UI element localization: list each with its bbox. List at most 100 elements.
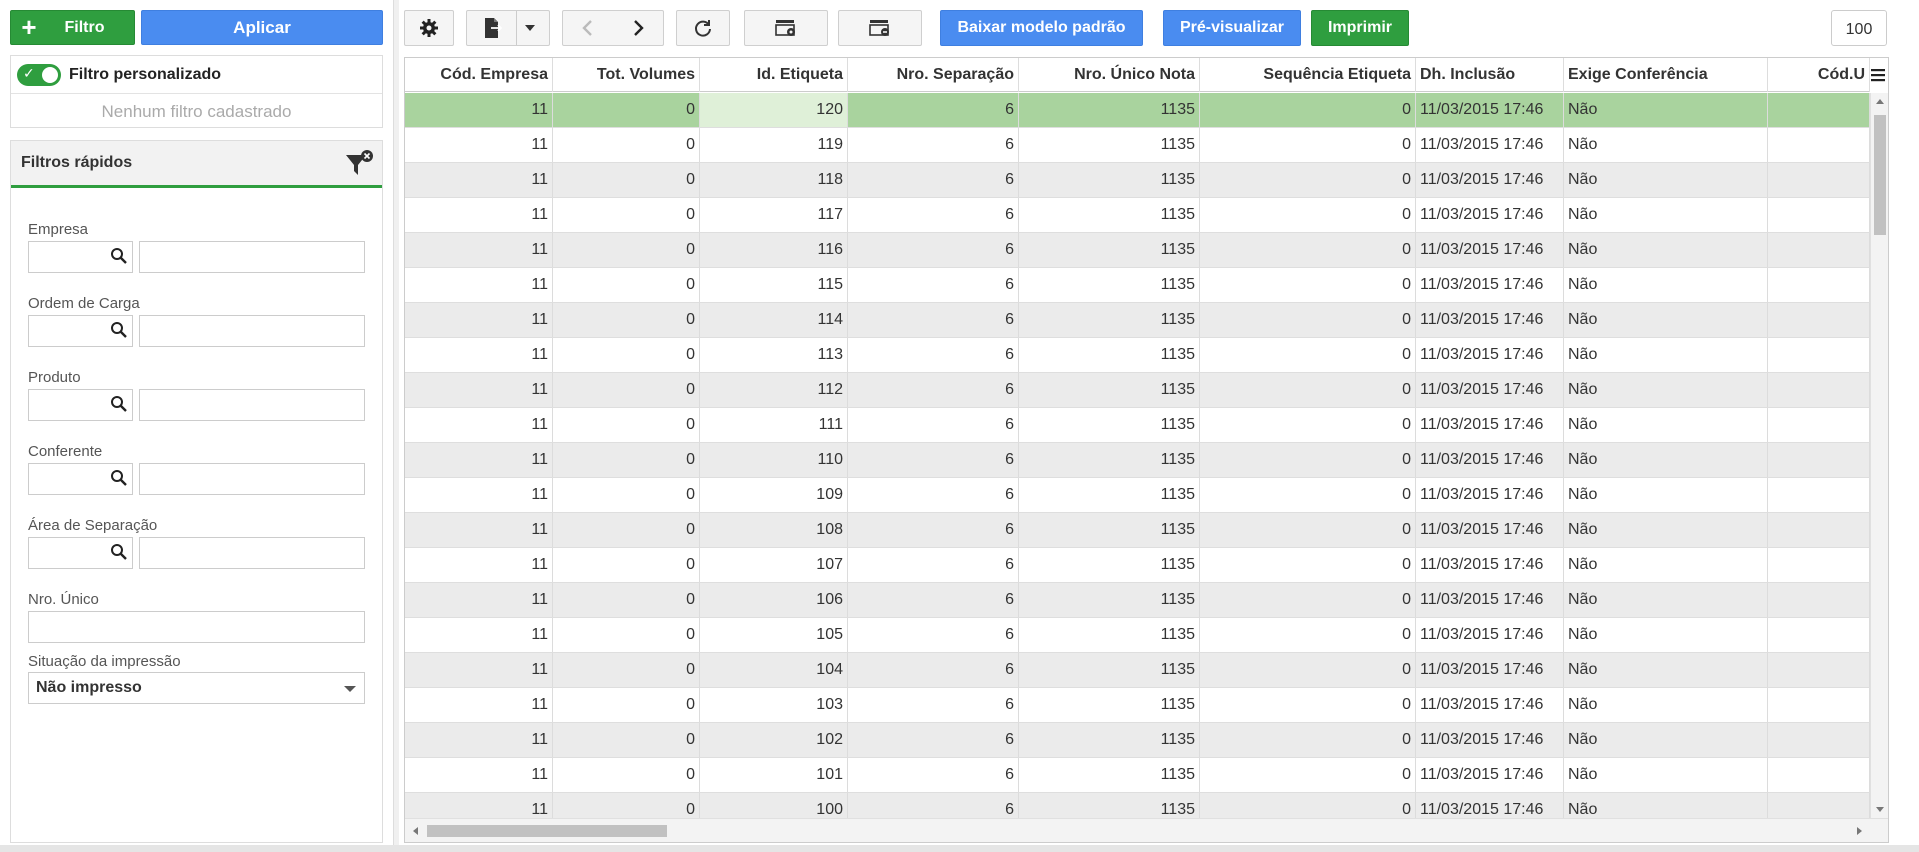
table-cell[interactable]: 0 bbox=[553, 793, 700, 818]
download-default-model-button[interactable]: Baixar modelo padrão bbox=[940, 10, 1143, 46]
table-cell[interactable] bbox=[1768, 198, 1870, 232]
vertical-scrollbar[interactable] bbox=[1870, 93, 1888, 818]
table-cell[interactable]: 0 bbox=[553, 548, 700, 582]
table-cell[interactable]: 11 bbox=[405, 303, 553, 337]
table-cell[interactable]: 11 bbox=[405, 513, 553, 547]
table-row[interactable]: 11 0 119 6 1135 0 11/03/2015 17:46 Não bbox=[405, 128, 1870, 163]
table-cell[interactable]: 101 bbox=[700, 758, 848, 792]
area-separacao-description-input[interactable] bbox=[139, 537, 365, 569]
table-cell[interactable]: 11 bbox=[405, 408, 553, 442]
table-cell[interactable] bbox=[1768, 163, 1870, 197]
table-cell[interactable]: 0 bbox=[553, 128, 700, 162]
table-cell[interactable]: 11 bbox=[405, 758, 553, 792]
grid-config-button[interactable] bbox=[744, 10, 828, 46]
table-cell[interactable]: 0 bbox=[1200, 268, 1416, 302]
table-cell[interactable]: 1135 bbox=[1019, 548, 1200, 582]
column-header[interactable]: Nro. Separação bbox=[848, 58, 1019, 92]
table-cell[interactable] bbox=[1768, 583, 1870, 617]
table-cell[interactable]: 11 bbox=[405, 793, 553, 818]
panel-splitter[interactable] bbox=[393, 0, 399, 852]
table-cell[interactable]: 11 bbox=[405, 128, 553, 162]
table-cell[interactable]: 11/03/2015 17:46 bbox=[1416, 233, 1564, 267]
search-icon[interactable] bbox=[110, 247, 128, 265]
horizontal-scrollbar[interactable] bbox=[405, 818, 1888, 842]
table-cell[interactable]: Não bbox=[1564, 93, 1768, 127]
table-cell[interactable]: 11 bbox=[405, 548, 553, 582]
table-cell[interactable]: Não bbox=[1564, 688, 1768, 722]
table-cell[interactable] bbox=[1768, 128, 1870, 162]
table-cell[interactable]: 1135 bbox=[1019, 793, 1200, 818]
settings-button[interactable] bbox=[404, 10, 454, 46]
table-cell[interactable]: Não bbox=[1564, 443, 1768, 477]
table-cell[interactable]: 0 bbox=[553, 268, 700, 302]
table-cell[interactable]: 11/03/2015 17:46 bbox=[1416, 548, 1564, 582]
table-cell[interactable]: Não bbox=[1564, 478, 1768, 512]
previous-page-button[interactable] bbox=[563, 19, 613, 37]
table-row[interactable]: 11 0 112 6 1135 0 11/03/2015 17:46 Não bbox=[405, 373, 1870, 408]
horizontal-scroll-thumb[interactable] bbox=[427, 825, 667, 837]
column-header[interactable]: Id. Etiqueta bbox=[700, 58, 848, 92]
table-cell[interactable]: 6 bbox=[848, 513, 1019, 547]
table-row[interactable]: 11 0 117 6 1135 0 11/03/2015 17:46 Não bbox=[405, 198, 1870, 233]
table-cell[interactable]: Não bbox=[1564, 758, 1768, 792]
table-cell[interactable]: 0 bbox=[1200, 93, 1416, 127]
table-cell[interactable]: 11/03/2015 17:46 bbox=[1416, 723, 1564, 757]
table-cell[interactable]: Não bbox=[1564, 338, 1768, 372]
table-cell[interactable]: Não bbox=[1564, 163, 1768, 197]
table-cell[interactable]: 0 bbox=[1200, 723, 1416, 757]
table-cell[interactable]: Não bbox=[1564, 128, 1768, 162]
table-cell[interactable]: 11 bbox=[405, 233, 553, 267]
table-cell[interactable]: 0 bbox=[553, 513, 700, 547]
table-cell[interactable]: 6 bbox=[848, 198, 1019, 232]
table-cell[interactable]: 1135 bbox=[1019, 513, 1200, 547]
search-icon[interactable] bbox=[110, 543, 128, 561]
table-row[interactable]: 11 0 103 6 1135 0 11/03/2015 17:46 Não bbox=[405, 688, 1870, 723]
table-cell[interactable]: 0 bbox=[553, 303, 700, 337]
table-cell[interactable]: 1135 bbox=[1019, 443, 1200, 477]
table-cell[interactable] bbox=[1768, 338, 1870, 372]
table-cell[interactable]: 0 bbox=[1200, 548, 1416, 582]
table-cell[interactable]: 1135 bbox=[1019, 198, 1200, 232]
table-cell[interactable]: 6 bbox=[848, 723, 1019, 757]
table-cell[interactable]: 11/03/2015 17:46 bbox=[1416, 513, 1564, 547]
table-row[interactable]: 11 0 111 6 1135 0 11/03/2015 17:46 Não bbox=[405, 408, 1870, 443]
table-row[interactable]: 11 0 106 6 1135 0 11/03/2015 17:46 Não bbox=[405, 583, 1870, 618]
column-header[interactable]: Exige Conferência bbox=[1564, 58, 1768, 92]
table-row[interactable]: 11 0 100 6 1135 0 11/03/2015 17:46 Não bbox=[405, 793, 1870, 818]
table-cell[interactable]: 1135 bbox=[1019, 688, 1200, 722]
table-cell[interactable]: Não bbox=[1564, 198, 1768, 232]
table-cell[interactable] bbox=[1768, 268, 1870, 302]
table-cell[interactable]: 0 bbox=[1200, 233, 1416, 267]
table-cell[interactable]: 6 bbox=[848, 688, 1019, 722]
scroll-right-arrow-icon[interactable] bbox=[1857, 827, 1862, 835]
table-row[interactable]: 11 0 109 6 1135 0 11/03/2015 17:46 Não bbox=[405, 478, 1870, 513]
table-cell[interactable]: 6 bbox=[848, 128, 1019, 162]
table-cell[interactable]: Não bbox=[1564, 723, 1768, 757]
table-cell[interactable]: 106 bbox=[700, 583, 848, 617]
table-cell[interactable]: 1135 bbox=[1019, 618, 1200, 652]
table-cell[interactable]: Não bbox=[1564, 233, 1768, 267]
table-cell[interactable]: 0 bbox=[553, 758, 700, 792]
table-cell[interactable]: Não bbox=[1564, 618, 1768, 652]
table-cell[interactable]: 0 bbox=[1200, 758, 1416, 792]
table-cell[interactable]: 119 bbox=[700, 128, 848, 162]
table-cell[interactable]: 6 bbox=[848, 758, 1019, 792]
table-cell[interactable]: 0 bbox=[553, 408, 700, 442]
grid-clear-button[interactable] bbox=[838, 10, 922, 46]
table-row[interactable]: 11 0 113 6 1135 0 11/03/2015 17:46 Não bbox=[405, 338, 1870, 373]
table-cell[interactable] bbox=[1768, 478, 1870, 512]
table-cell[interactable]: 114 bbox=[700, 303, 848, 337]
table-cell[interactable]: 1135 bbox=[1019, 338, 1200, 372]
table-cell[interactable]: 0 bbox=[553, 373, 700, 407]
table-cell[interactable]: 6 bbox=[848, 268, 1019, 302]
table-cell[interactable]: 11 bbox=[405, 653, 553, 687]
table-cell[interactable] bbox=[1768, 93, 1870, 127]
apply-button[interactable]: Aplicar bbox=[141, 10, 383, 45]
table-cell[interactable]: 118 bbox=[700, 163, 848, 197]
table-cell[interactable]: 11/03/2015 17:46 bbox=[1416, 653, 1564, 687]
table-cell[interactable]: 6 bbox=[848, 233, 1019, 267]
table-cell[interactable]: 6 bbox=[848, 653, 1019, 687]
clear-filter-funnel-icon[interactable] bbox=[344, 149, 374, 179]
table-cell[interactable]: 6 bbox=[848, 583, 1019, 617]
table-cell[interactable]: 11/03/2015 17:46 bbox=[1416, 93, 1564, 127]
